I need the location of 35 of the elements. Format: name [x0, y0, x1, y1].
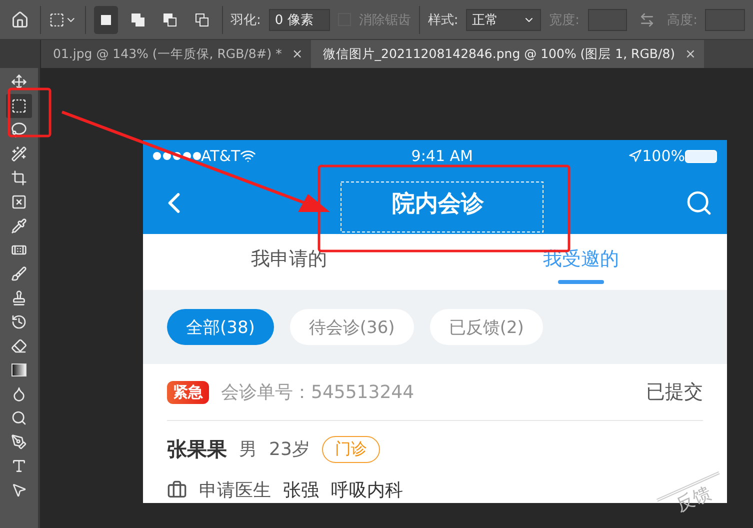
style-select[interactable]: 正常 — [466, 8, 542, 30]
wifi-icon — [240, 148, 256, 164]
briefcase-icon — [167, 480, 187, 500]
width-input[interactable] — [588, 8, 628, 30]
highlight-frame — [8, 88, 52, 138]
patient-name: 张果果 — [167, 436, 227, 462]
feather-input[interactable]: 0 像素 — [268, 8, 330, 30]
filter-chip[interactable]: 待会诊(36) — [290, 309, 414, 345]
age-text: 23岁 — [269, 438, 310, 461]
urgent-badge: 紧急 — [167, 380, 209, 404]
carrier-text: AT&T — [201, 147, 240, 165]
location-icon — [628, 149, 642, 163]
status-text: 已提交 — [646, 380, 703, 405]
filter-chip[interactable]: 全部(38) — [167, 309, 274, 345]
battery-text: 100% — [642, 147, 686, 165]
signal-icon — [153, 152, 201, 160]
selection-mode-icon[interactable] — [94, 6, 118, 34]
height-input[interactable] — [705, 8, 745, 30]
feather-label: 羽化: — [230, 12, 261, 28]
doctor-label: 申请医生 — [199, 479, 271, 502]
doctor-name: 张强 — [283, 479, 319, 502]
consult-number: 会诊单号：545513244 — [221, 381, 414, 404]
department-text: 呼吸内科 — [331, 479, 403, 502]
document-tab[interactable]: 微信图片_20211208142846.png @ 100% (图层 1, RGB/8) × — [310, 40, 704, 68]
page-title: 院内会诊 — [392, 190, 484, 218]
tab-underline — [558, 280, 604, 284]
style-label: 样式: — [428, 12, 458, 28]
tab[interactable]: 我申请的 — [251, 246, 327, 272]
time-text: 9:41 AM — [411, 147, 473, 165]
visit-type-tag: 门诊 — [322, 436, 380, 462]
battery-icon — [685, 150, 718, 162]
search-icon[interactable] — [685, 189, 713, 217]
feedback-stamp: 反馈 — [656, 471, 730, 524]
gender-text: 男 — [239, 438, 257, 461]
filter-chip[interactable]: 已反馈(2) — [430, 309, 543, 345]
